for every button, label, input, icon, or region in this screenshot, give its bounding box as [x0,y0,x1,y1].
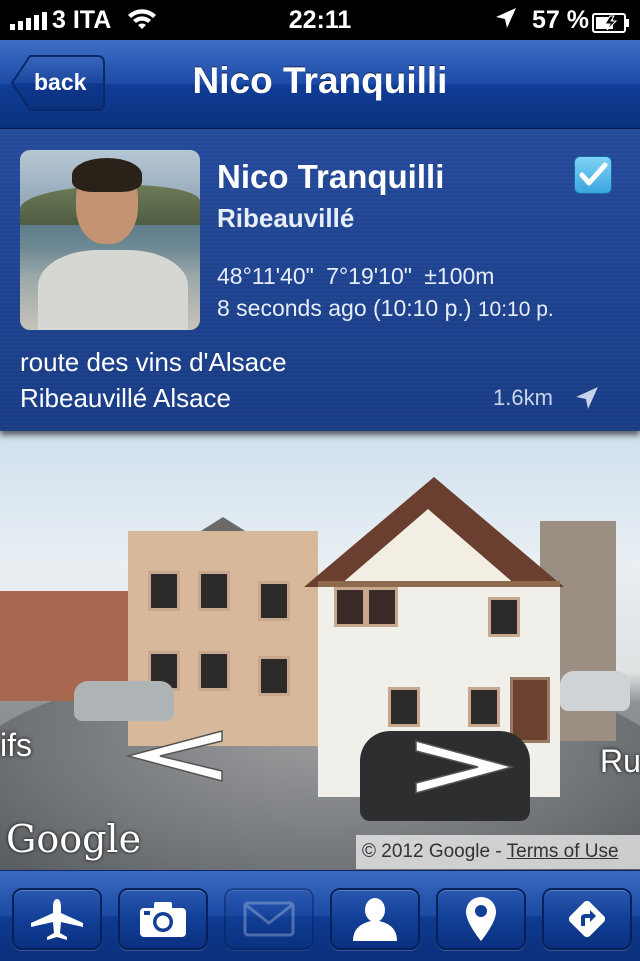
person-icon [353,898,397,941]
car [560,671,630,711]
directions-icon [568,900,606,938]
battery-percent: 57 % [532,6,589,34]
contact-button[interactable] [330,888,420,950]
map-pin-button[interactable] [436,888,526,950]
status-bar: 3 ITA 22:11 57 % [0,0,640,40]
address-street: route des vins d'Alsace [20,347,287,377]
car [74,681,174,721]
mail-icon [243,901,295,937]
airplane-icon [31,899,83,940]
navigation-bar: back Nico Tranquilli [0,40,640,129]
mail-button[interactable] [224,888,314,950]
contact-info-panel: Nico Tranquilli Ribeauvillé 48°11'40" 7°… [0,129,640,431]
distance-label: 1.6km [493,385,553,410]
battery-charging-icon [592,11,629,33]
airplane-button[interactable] [12,888,102,950]
coordinates: 48°11'40" 7°19'10" ±100m [217,263,495,289]
street-label-right: Ru [600,743,640,779]
location-services-icon [494,6,518,37]
google-logo: Google [6,817,142,861]
address-locality: Ribeauvillé Alsace [20,383,232,413]
contact-town: Ribeauvillé [217,203,355,233]
last-seen: 8 seconds ago (10:10 p.) 10:10 p. [217,295,554,322]
street-label-left: ifs [0,727,32,763]
map-attribution: © 2012 Google - Terms of Use [356,835,640,869]
camera-button[interactable] [118,888,208,950]
page-title: Nico Tranquilli [192,60,448,101]
street-view[interactable]: ifs Ru Google © 2012 Google - Terms of U… [0,431,640,870]
contact-name: Nico Tranquilli [217,158,445,195]
checkbox-checked-icon [574,156,612,194]
time-ago: 8 seconds ago (10:10 p.) [217,295,472,321]
navigation-arrow-icon [574,385,600,416]
bottom-toolbar [0,870,640,961]
camera-icon [140,902,186,937]
map-pin-icon [466,897,496,941]
directions-button[interactable] [542,888,632,950]
copyright-text: © 2012 Google - [362,841,507,862]
terms-of-use-link[interactable]: Terms of Use [507,841,619,862]
time-clock: 10:10 p. [477,298,554,321]
avatar[interactable] [20,150,200,330]
pan-right-arrow-icon[interactable] [414,737,520,797]
pan-left-arrow-icon[interactable] [120,727,224,785]
